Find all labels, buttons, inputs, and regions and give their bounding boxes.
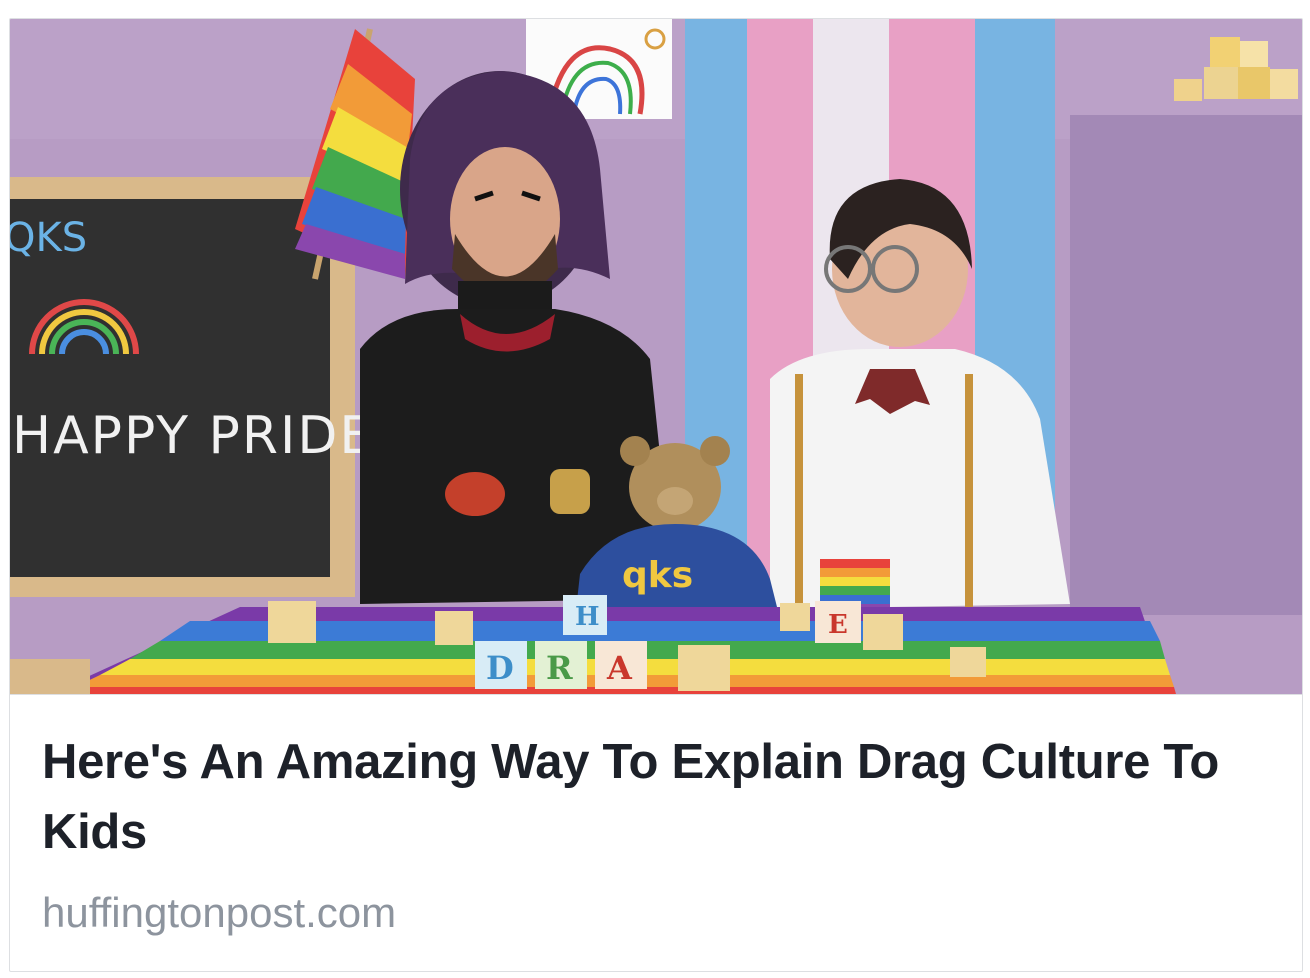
block-back-2: E (828, 610, 848, 640)
sweater-text: qks (622, 555, 693, 596)
link-headline[interactable]: Here's An Amazing Way To Explain Drag Cu… (42, 727, 1272, 867)
block-front-3: A (606, 649, 633, 687)
block-back-1: H (575, 602, 600, 632)
chalkboard-logo: QKS (10, 215, 87, 261)
preview-thumbnail[interactable]: QKS HAPPY PRIDE! qks H E D R A (10, 19, 1302, 694)
chalkboard-message: HAPPY PRIDE! (12, 406, 397, 466)
wall-panel (1070, 115, 1302, 615)
thumbnail-illustration: QKS HAPPY PRIDE! qks H E D R A (10, 19, 1302, 694)
link-domain: huffingtonpost.com (42, 889, 397, 936)
block-front-2: R (546, 649, 573, 687)
link-caption[interactable]: Here's An Amazing Way To Explain Drag Cu… (10, 694, 1302, 971)
link-preview-card[interactable]: QKS HAPPY PRIDE! qks H E D R A Here's An… (9, 18, 1303, 972)
block-front-1: D (486, 649, 514, 687)
